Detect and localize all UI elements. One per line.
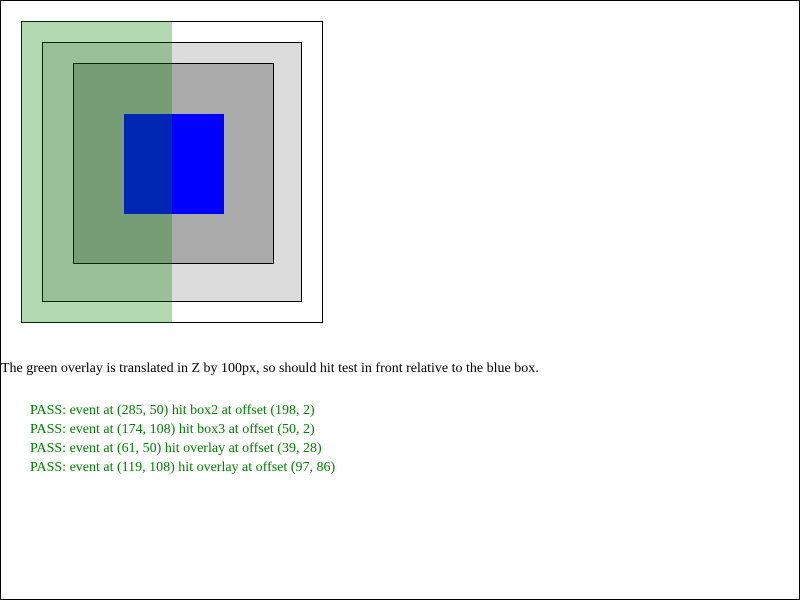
result-line: PASS: event at (61, 50) hit overlay at o… [30, 441, 322, 456]
results-list: PASS: event at (285, 50) hit box2 at off… [30, 401, 335, 477]
result-line: PASS: event at (285, 50) hit box2 at off… [30, 403, 315, 418]
green-overlay[interactable] [21, 21, 172, 323]
test-description: The green overlay is translated in Z by … [1, 361, 539, 376]
result-line: PASS: event at (174, 108) hit box3 at of… [30, 422, 315, 437]
result-line: PASS: event at (119, 108) hit overlay at… [30, 460, 336, 475]
